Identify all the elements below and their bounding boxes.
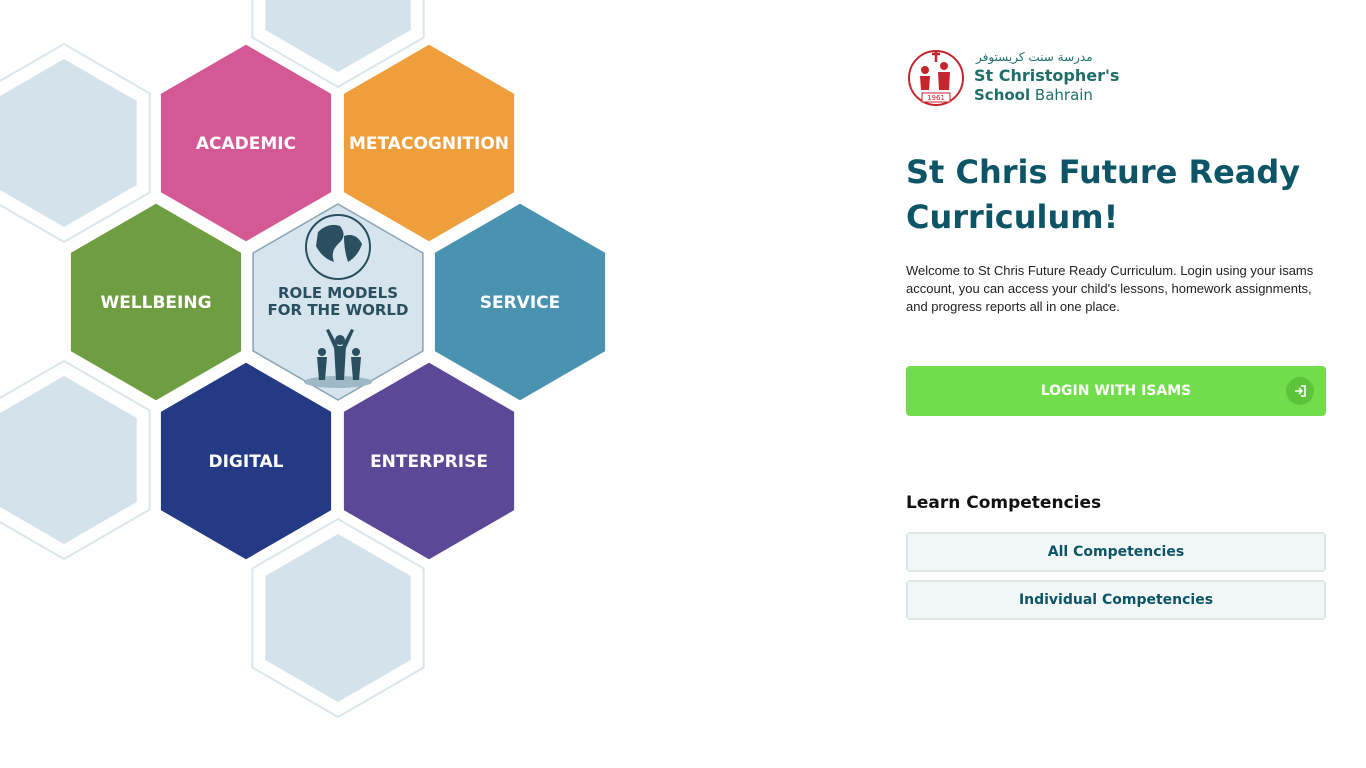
hexagon-label-service: SERVICE <box>480 293 561 313</box>
hexagon-service: SERVICE <box>431 200 609 404</box>
login-button-label: LOGIN WITH ISAMS <box>1040 383 1192 399</box>
background-hexagon <box>0 59 137 227</box>
role-models-line1: ROLE MODELS <box>278 284 398 302</box>
hexagon-label-wellbeing: WELLBEING <box>100 293 211 313</box>
logo-school-location: School Bahrain <box>974 86 1093 104</box>
role-models-line2: FOR THE WORLD <box>268 301 409 319</box>
page-title: St Chris Future Ready Curriculum! <box>906 153 1301 236</box>
login-with-isams-button[interactable]: LOGIN WITH ISAMS <box>906 366 1326 416</box>
competencies-heading: Learn Competencies <box>906 493 1102 513</box>
hexagon-wellbeing: WELLBEING <box>67 200 245 404</box>
login-arrow-icon <box>1286 377 1314 405</box>
background-hexagon <box>265 534 411 702</box>
hexagon-label-academic: ACADEMIC <box>196 134 296 154</box>
role-models-globe-icon <box>305 214 371 280</box>
school-logo[interactable]: 1961 مدرسة سنت كريستوفر St Christopher's… <box>906 48 1126 110</box>
hexagon-enterprise: ENTERPRISE <box>340 359 518 563</box>
all-competencies-button[interactable]: All Competencies <box>906 532 1326 572</box>
hexagon-label-enterprise: ENTERPRISE <box>370 452 488 472</box>
welcome-text: Welcome to St Chris Future Ready Curricu… <box>906 263 1314 314</box>
background-hexagon <box>0 376 137 544</box>
individual-competencies-button[interactable]: Individual Competencies <box>906 580 1326 620</box>
logo-arabic-text: مدرسة سنت كريستوفر <box>976 50 1093 64</box>
hexagon-label-digital: DIGITAL <box>209 452 284 472</box>
hexagon-metacognition: METACOGNITION <box>340 41 518 245</box>
logo-school-name: St Christopher's <box>974 66 1120 85</box>
background-hexagon <box>265 0 411 72</box>
school-emblem-icon: 1961 <box>908 50 964 106</box>
hexagon-artwork: ACADEMIC METACOGNITION WELLBEING SERVICE DIG… <box>0 0 609 719</box>
hexagon-academic: ACADEMIC <box>157 41 335 245</box>
hexagon-label-metacognition: METACOGNITION <box>349 134 509 154</box>
logo-year: 1961 <box>927 94 945 102</box>
hexagon-digital: DIGITAL <box>157 359 335 563</box>
